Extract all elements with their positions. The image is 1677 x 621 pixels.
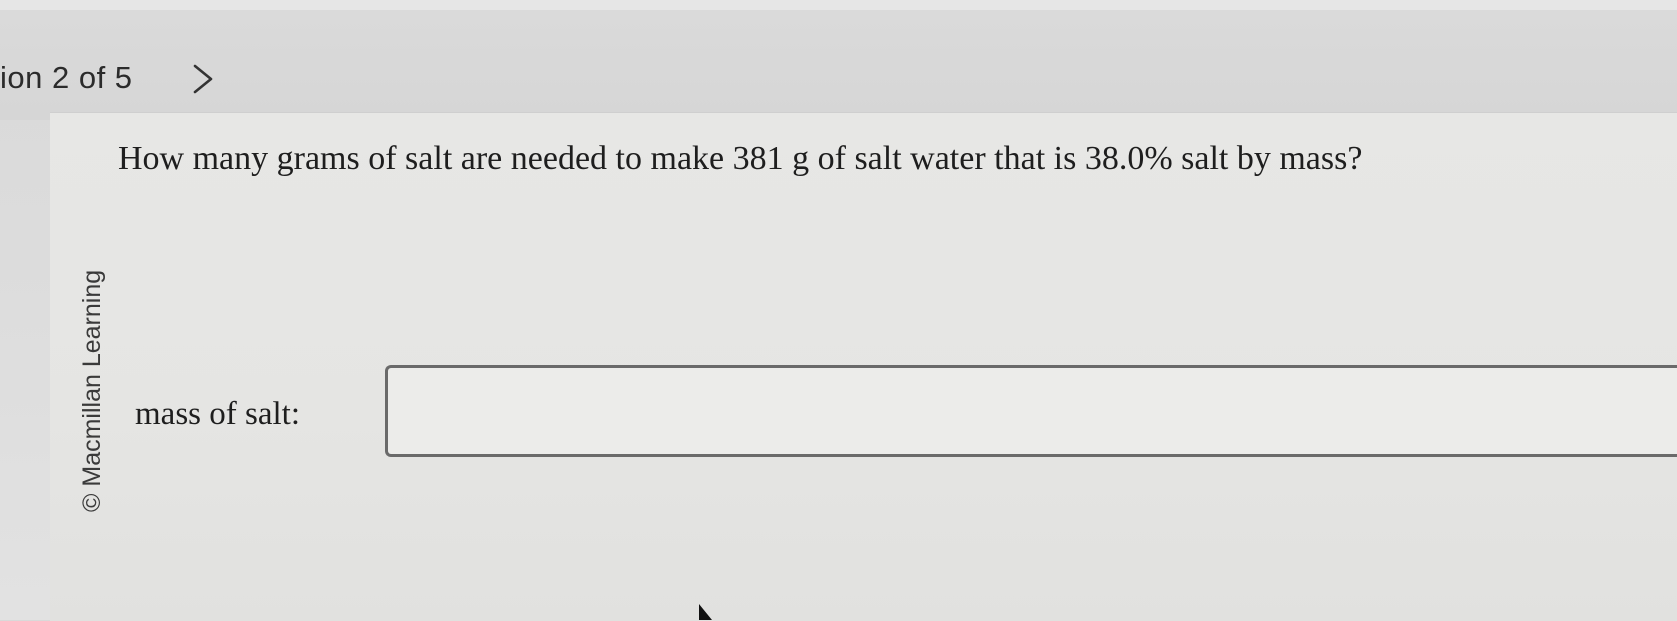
copyright-label: © Macmillan Learning	[78, 269, 106, 512]
mass-of-salt-input[interactable]	[385, 365, 1677, 457]
question-prompt: How many grams of salt are needed to mak…	[118, 140, 1363, 177]
question-counter: ion 2 of 5	[0, 60, 133, 95]
top-strip	[0, 0, 1677, 10]
answer-label: mass of salt:	[135, 396, 300, 432]
mouse-pointer-icon	[699, 604, 712, 620]
question-nav-bar: ion 2 of 5	[0, 10, 1677, 120]
chevron-right-icon[interactable]	[190, 62, 216, 96]
